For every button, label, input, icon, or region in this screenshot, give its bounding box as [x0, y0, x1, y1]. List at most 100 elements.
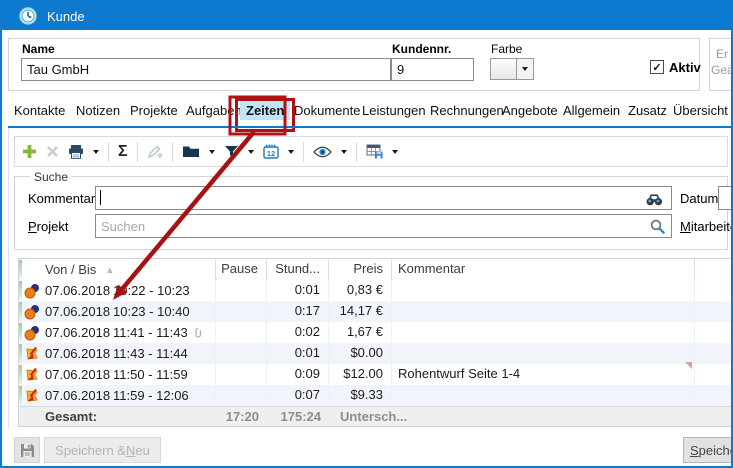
sort-asc-icon: ▲	[105, 260, 114, 280]
tab-angebote[interactable]: Angebote	[502, 103, 558, 118]
stunden-total: 175:24	[267, 407, 329, 426]
toolbar-separator	[108, 142, 109, 162]
print-dropdown[interactable]	[93, 150, 99, 154]
column-header-von-bis[interactable]: Von / Bis▲	[41, 259, 216, 280]
dropdown-icon	[93, 150, 99, 154]
billed-icon	[24, 388, 40, 404]
toolbar: Σ 12	[14, 136, 728, 167]
dropdown-icon	[288, 150, 294, 154]
filter-funnel-icon	[224, 145, 239, 158]
tab-rechnungen[interactable]: Rechnungen	[430, 103, 504, 118]
table-footer-row: Gesamt: 17:20 175:24 Untersch...	[19, 406, 731, 426]
tab-leistungen[interactable]: Leistungen	[362, 103, 426, 118]
title-bar: Kunde	[2, 2, 731, 30]
projekt-search-input[interactable]	[95, 214, 672, 238]
x-icon	[46, 145, 59, 158]
table-row[interactable]: 07.06.201811:50 - 11:59 0:09 $12.00 Rohe…	[19, 364, 731, 385]
view-button[interactable]	[313, 146, 332, 158]
column-header-kommentar[interactable]: Kommentar	[392, 259, 695, 280]
tab-dokumente[interactable]: Dokumente	[294, 103, 360, 118]
kunde-window: Kunde Name Kundennr. Farbe ✓ Aktiv Er Ge…	[0, 0, 733, 468]
plus-icon	[22, 144, 37, 159]
datum-input[interactable]	[718, 186, 733, 210]
sum-button[interactable]: Σ	[118, 143, 128, 161]
table-row[interactable]: 07.06.201810:23 - 10:40 0:17 14,17 €	[19, 301, 731, 322]
dropdown-icon	[341, 150, 347, 154]
table-row[interactable]: 07.06.201810:22 - 10:23 0:01 0,83 €	[19, 280, 731, 301]
table-save-icon	[366, 144, 383, 159]
toolbar-separator	[172, 142, 173, 162]
print-button[interactable]	[68, 144, 84, 159]
dropdown-icon	[248, 150, 254, 154]
text-cursor	[100, 190, 101, 205]
calendar-dropdown[interactable]	[288, 150, 294, 154]
tab-page-border	[8, 128, 9, 428]
calendar-button[interactable]: 12	[263, 144, 279, 159]
folder-button[interactable]	[182, 145, 200, 158]
pause-total: 17:20	[216, 407, 267, 426]
tab-uebersicht[interactable]: Übersicht	[673, 103, 728, 118]
calendar-icon: 12	[263, 144, 279, 159]
tab-aufgaben[interactable]: Aufgaben	[186, 103, 242, 118]
tab-zeiten[interactable]: Zeiten	[240, 101, 290, 120]
table-header-row: Von / Bis▲ Pause Stund... Preis Kommenta…	[19, 259, 731, 280]
column-header-stunden[interactable]: Stund...	[267, 259, 329, 280]
header-icon-column	[19, 259, 41, 280]
preis-total: Untersch...	[329, 407, 392, 426]
kommentar-search-input[interactable]	[95, 186, 672, 210]
kommentar-search-label: Kommentar	[28, 191, 95, 206]
color-well[interactable]	[490, 58, 517, 80]
tab-bar: Kontakte Notizen Projekte Aufgaben Zeite…	[2, 100, 731, 126]
toolbar-separator	[303, 142, 304, 162]
check-icon: ✓	[652, 61, 661, 74]
save-icon-button[interactable]	[14, 437, 40, 463]
eye-icon	[313, 146, 332, 158]
projekt-search-label: Projekt	[28, 219, 68, 234]
tab-indicator-line	[8, 126, 731, 128]
folder-icon	[182, 145, 200, 158]
table-row[interactable]: 07.06.201811:43 - 11:44 0:01 $0.00	[19, 343, 731, 364]
name-label: Name	[22, 42, 55, 56]
search-group-label: Suche	[30, 170, 72, 184]
filter-button[interactable]	[224, 145, 239, 158]
column-header-preis[interactable]: Preis	[329, 259, 392, 280]
tab-projekte[interactable]: Projekte	[130, 103, 178, 118]
speichern-button[interactable]: Speichern	[683, 437, 733, 463]
timer-icon	[24, 325, 40, 341]
signature-button[interactable]	[147, 144, 163, 159]
column-header-pause[interactable]: Pause	[216, 259, 267, 280]
folder-dropdown[interactable]	[209, 150, 215, 154]
color-dropdown-button[interactable]	[517, 58, 534, 80]
dropdown-icon	[392, 150, 398, 154]
zeiten-table: Von / Bis▲ Pause Stund... Preis Kommenta…	[18, 258, 731, 427]
kundennr-label: Kundennr.	[392, 42, 451, 56]
tab-notizen[interactable]: Notizen	[76, 103, 120, 118]
table-row[interactable]: 07.06.201811:59 - 12:06 0:07 $9.33	[19, 385, 731, 406]
add-button[interactable]	[22, 144, 37, 159]
tab-kontakte[interactable]: Kontakte	[14, 103, 65, 118]
floppy-icon	[20, 443, 35, 458]
table-row[interactable]: 07.06.201811:41 - 11:43 0:02 1,67 €	[19, 322, 731, 343]
datum-label: Datum	[680, 191, 718, 206]
aktiv-label: Aktiv	[669, 60, 701, 75]
table-layout-button[interactable]	[366, 144, 383, 159]
dropdown-icon	[522, 67, 528, 71]
filter-dropdown[interactable]	[248, 150, 254, 154]
modified-label: Geär	[710, 63, 733, 77]
meta-panel: Er Geär	[709, 38, 733, 91]
speichern-neu-button[interactable]: Speichern & Neu	[44, 437, 161, 463]
farbe-label: Farbe	[491, 42, 522, 56]
aktiv-checkbox[interactable]: ✓	[650, 60, 664, 74]
delete-button[interactable]	[46, 145, 59, 158]
window-title: Kunde	[47, 9, 85, 24]
note-marker-icon	[685, 362, 692, 369]
billed-icon	[24, 346, 40, 362]
timer-icon	[24, 283, 40, 299]
billed-icon	[24, 367, 40, 383]
name-input[interactable]	[21, 58, 391, 81]
kundennr-input[interactable]	[391, 58, 474, 81]
tab-zusatz[interactable]: Zusatz	[628, 103, 667, 118]
table-layout-dropdown[interactable]	[392, 150, 398, 154]
tab-allgemein[interactable]: Allgemein	[563, 103, 620, 118]
view-dropdown[interactable]	[341, 150, 347, 154]
